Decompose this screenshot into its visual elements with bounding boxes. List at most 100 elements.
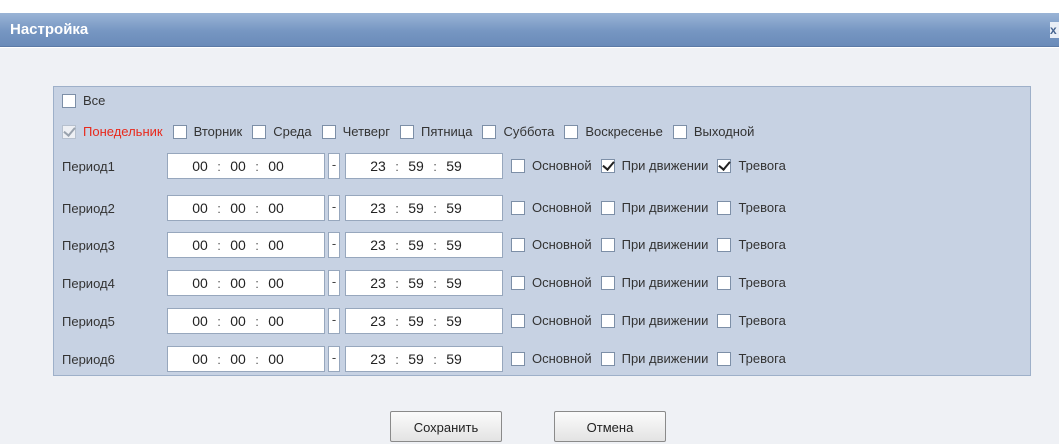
period-start-time-input[interactable]: 00:00:00 — [167, 270, 325, 296]
motion-checkbox[interactable] — [600, 275, 615, 290]
main-label: Основной — [532, 158, 592, 173]
period-start-time-input[interactable]: 00:00:00 — [167, 346, 325, 372]
main-checkbox[interactable] — [511, 158, 525, 173]
period-end-time-input[interactable]: 23:59:59 — [345, 270, 503, 296]
period-start-time-input[interactable]: 00:00:00 — [167, 153, 325, 179]
alarm-checkbox[interactable] — [717, 158, 732, 173]
period-options: Основной При движении Тревога — [511, 237, 795, 252]
day-checkbox[interactable] — [321, 124, 336, 139]
motion-checkbox[interactable] — [600, 351, 615, 366]
main-checkbox[interactable] — [511, 237, 525, 252]
day-label: Среда — [273, 124, 312, 139]
period-end-time-input[interactable]: 23:59:59 — [345, 232, 503, 258]
time-separator: : — [395, 275, 399, 291]
time-field[interactable]: 59 — [442, 351, 466, 367]
range-separator: - — [328, 308, 340, 334]
time-field[interactable]: 00 — [188, 313, 212, 329]
time-field[interactable]: 00 — [264, 275, 288, 291]
period-label: Период3 — [62, 238, 115, 253]
time-field[interactable]: 59 — [404, 158, 428, 174]
time-field[interactable]: 59 — [442, 237, 466, 253]
time-field[interactable]: 23 — [366, 351, 390, 367]
time-field[interactable]: 00 — [264, 351, 288, 367]
time-field[interactable]: 00 — [226, 237, 250, 253]
period-start-time-input[interactable]: 00:00:00 — [167, 195, 325, 221]
period-end-time-input[interactable]: 23:59:59 — [345, 308, 503, 334]
time-field[interactable]: 23 — [366, 200, 390, 216]
time-field[interactable]: 59 — [404, 351, 428, 367]
time-field[interactable]: 23 — [366, 275, 390, 291]
alarm-label: Тревога — [738, 200, 786, 215]
alarm-checkbox[interactable] — [717, 200, 732, 215]
motion-checkbox[interactable] — [600, 158, 615, 173]
time-field[interactable]: 59 — [404, 237, 428, 253]
time-separator: : — [255, 313, 259, 329]
time-separator: : — [395, 200, 399, 216]
time-separator: : — [217, 313, 221, 329]
time-field[interactable]: 00 — [264, 200, 288, 216]
time-field[interactable]: 59 — [442, 200, 466, 216]
main-checkbox[interactable] — [511, 200, 525, 215]
day-checkbox[interactable] — [252, 124, 267, 139]
main-label: Основной — [532, 237, 592, 252]
time-field[interactable]: 00 — [264, 158, 288, 174]
alarm-checkbox[interactable] — [717, 237, 732, 252]
alarm-checkbox[interactable] — [717, 351, 732, 366]
time-field[interactable]: 59 — [442, 313, 466, 329]
time-separator: : — [433, 200, 437, 216]
time-field[interactable]: 00 — [188, 237, 212, 253]
period-start-time-input[interactable]: 00:00:00 — [167, 232, 325, 258]
time-field[interactable]: 00 — [226, 351, 250, 367]
time-field[interactable]: 00 — [226, 275, 250, 291]
time-separator: : — [395, 237, 399, 253]
time-field[interactable]: 00 — [188, 275, 212, 291]
motion-checkbox[interactable] — [600, 200, 615, 215]
time-separator: : — [433, 158, 437, 174]
main-checkbox[interactable] — [511, 275, 525, 290]
time-field[interactable]: 00 — [226, 158, 250, 174]
all-checkbox[interactable] — [62, 93, 76, 108]
time-field[interactable]: 23 — [366, 313, 390, 329]
time-field[interactable]: 00 — [188, 158, 212, 174]
period-end-time-input[interactable]: 23:59:59 — [345, 346, 503, 372]
period-end-time-input[interactable]: 23:59:59 — [345, 153, 503, 179]
main-checkbox[interactable] — [511, 313, 525, 328]
time-field[interactable]: 23 — [366, 237, 390, 253]
time-field[interactable]: 00 — [188, 200, 212, 216]
time-field[interactable]: 00 — [264, 313, 288, 329]
day-label: Выходной — [693, 124, 755, 139]
motion-checkbox[interactable] — [600, 237, 615, 252]
time-separator: : — [395, 351, 399, 367]
time-field[interactable]: 59 — [404, 275, 428, 291]
time-field[interactable]: 00 — [188, 351, 212, 367]
motion-label: При движении — [621, 237, 709, 252]
alarm-checkbox[interactable] — [717, 313, 732, 328]
time-separator: : — [217, 275, 221, 291]
period-options: Основной При движении Тревога — [511, 275, 795, 290]
time-field[interactable]: 59 — [404, 313, 428, 329]
day-checkbox[interactable] — [672, 124, 687, 139]
close-icon[interactable]: x — [1050, 22, 1059, 38]
time-field[interactable]: 00 — [226, 200, 250, 216]
alarm-label: Тревога — [738, 313, 786, 328]
all-days-row: Все — [62, 93, 115, 108]
alarm-checkbox[interactable] — [717, 275, 732, 290]
time-field[interactable]: 59 — [404, 200, 428, 216]
period-end-time-input[interactable]: 23:59:59 — [345, 195, 503, 221]
day-checkbox[interactable] — [482, 124, 497, 139]
time-separator: : — [217, 158, 221, 174]
period-start-time-input[interactable]: 00:00:00 — [167, 308, 325, 334]
time-field[interactable]: 59 — [442, 275, 466, 291]
cancel-button[interactable]: Отмена — [554, 411, 666, 442]
day-checkbox[interactable] — [400, 124, 414, 139]
time-field[interactable]: 23 — [366, 158, 390, 174]
day-checkbox[interactable] — [564, 124, 579, 139]
day-checkbox[interactable] — [172, 124, 187, 139]
main-checkbox[interactable] — [511, 351, 525, 366]
time-field[interactable]: 00 — [226, 313, 250, 329]
time-field[interactable]: 00 — [264, 237, 288, 253]
motion-checkbox[interactable] — [600, 313, 615, 328]
period-options: Основной При движении Тревога — [511, 158, 795, 173]
save-button[interactable]: Сохранить — [390, 411, 502, 442]
time-field[interactable]: 59 — [442, 158, 466, 174]
